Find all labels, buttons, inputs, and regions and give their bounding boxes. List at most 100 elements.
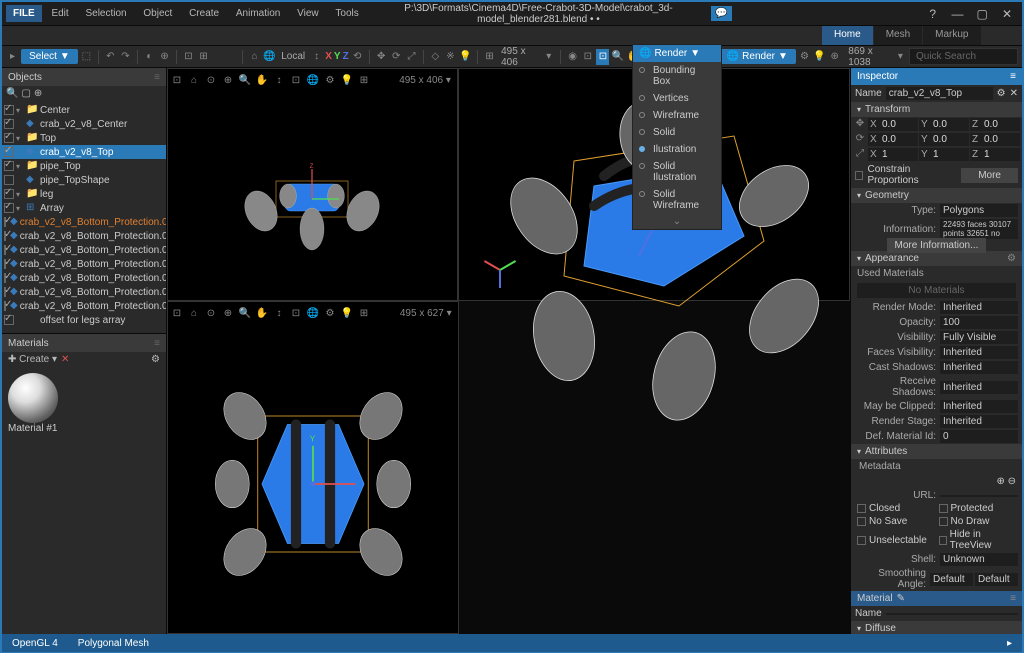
redo-icon[interactable]: ↷ — [119, 49, 132, 65]
unselectable-checkbox[interactable] — [857, 536, 866, 545]
visibility-checkbox[interactable] — [4, 175, 14, 185]
scale-y[interactable]: Y1 — [919, 148, 969, 161]
visibility-checkbox[interactable] — [4, 119, 14, 129]
help-icon[interactable]: ? — [922, 7, 944, 21]
visibility-checkbox[interactable] — [4, 217, 6, 227]
render-mode-option[interactable]: Bounding Box — [633, 62, 721, 90]
menu-edit[interactable]: Edit — [44, 5, 75, 22]
toolbar-icon[interactable]: ⊡ — [581, 49, 594, 65]
grid-icon[interactable]: ⊞ — [357, 306, 371, 320]
smoothing-field-2[interactable]: Default — [975, 573, 1018, 586]
dropdown-more-icon[interactable]: ⌄ — [633, 214, 721, 229]
toolbar-icon[interactable]: ⊕ — [828, 49, 841, 65]
clipped-field[interactable]: Inherited — [940, 400, 1018, 413]
move-icon[interactable]: ✥ — [375, 49, 388, 65]
toolbar-icon[interactable]: ◉ — [566, 49, 579, 65]
scale-z[interactable]: Z1 — [970, 148, 1020, 161]
hideintree-checkbox[interactable] — [939, 536, 947, 545]
gear-icon[interactable]: ⚙ — [323, 73, 337, 87]
visibility-checkbox[interactable] — [4, 105, 14, 115]
visibility-checkbox[interactable] — [4, 245, 6, 255]
toolbar-icon[interactable]: ※ — [444, 49, 457, 65]
render-mode-option[interactable]: Vertices — [633, 90, 721, 107]
hand-icon[interactable]: ✋ — [255, 73, 269, 87]
material-preview[interactable] — [8, 373, 58, 423]
render-mode-option[interactable]: Ilustration — [633, 141, 721, 158]
pos-x[interactable]: X0.0 — [868, 118, 918, 131]
close-icon[interactable]: ✕ — [1010, 88, 1018, 99]
rot-y[interactable]: Y0.0 — [919, 133, 969, 146]
visibility-field[interactable]: Fully Visible — [940, 331, 1018, 344]
menu-object[interactable]: Object — [136, 5, 179, 22]
vp-icon[interactable]: ⊡ — [289, 73, 303, 87]
globe-icon[interactable]: 🌐 — [263, 49, 276, 65]
vp-icon[interactable]: ⊡ — [289, 306, 303, 320]
menu-view[interactable]: View — [290, 5, 326, 22]
render-mode-option[interactable]: Wireframe — [633, 107, 721, 124]
feedback-icon[interactable]: 💬 — [711, 6, 731, 21]
light-icon[interactable]: 💡 — [459, 49, 472, 65]
castshadows-field[interactable]: Inherited — [940, 361, 1018, 374]
outliner-icon[interactable]: 🔍 — [6, 88, 18, 99]
tree-item[interactable]: offset for legs array — [2, 313, 166, 327]
tab-mesh[interactable]: Mesh — [874, 26, 922, 45]
home-icon[interactable]: ⌂ — [187, 73, 201, 87]
visibility-checkbox[interactable] — [4, 133, 14, 143]
tree-item[interactable]: ▾📁Top — [2, 131, 166, 145]
local-label[interactable]: Local — [278, 51, 308, 62]
toolbar-icon[interactable]: ⊞ — [197, 49, 210, 65]
rot-z[interactable]: Z0.0 — [970, 133, 1020, 146]
vp-icon[interactable]: ↕ — [272, 73, 286, 87]
visibility-checkbox[interactable] — [4, 147, 14, 157]
tree-item[interactable]: ▾📁pipe_Top — [2, 159, 166, 173]
nosave-checkbox[interactable] — [857, 517, 866, 526]
pos-z[interactable]: Z0.0 — [970, 118, 1020, 131]
light-icon[interactable]: 💡 — [340, 306, 354, 320]
create-material-button[interactable]: ✚ Create ▾ — [8, 354, 57, 365]
tree-item[interactable]: ◆crab_v2_v8_Bottom_Protection.001 — [2, 299, 166, 313]
tab-home[interactable]: Home — [822, 26, 873, 45]
tree-item[interactable]: ◆crab_v2_v8_Bottom_Protection.001 — [2, 229, 166, 243]
axis-y-icon[interactable]: Y — [334, 51, 341, 62]
vp-icon[interactable]: ⊡ — [170, 73, 184, 87]
cursor-icon[interactable]: ▸ — [6, 49, 19, 65]
axis-x-icon[interactable]: X — [325, 51, 332, 62]
closed-checkbox[interactable] — [857, 504, 866, 513]
tree-item[interactable]: ◆crab_v2_v8_Bottom_Protection.001 — [2, 271, 166, 285]
magnify-icon[interactable]: 🔍 — [611, 49, 624, 65]
scale-x[interactable]: X1 — [868, 148, 918, 161]
toolbar-icon[interactable]: ⟲ — [351, 49, 364, 65]
visibility-checkbox[interactable] — [4, 301, 6, 311]
pos-y[interactable]: Y0.0 — [919, 118, 969, 131]
visibility-checkbox[interactable] — [4, 231, 6, 241]
toolbar-icon[interactable]: ⊡ — [596, 49, 609, 65]
appearance-section[interactable]: ▾Appearance⚙ — [851, 251, 1022, 266]
toolbar-icon[interactable]: ⊡ — [182, 49, 195, 65]
undo-icon[interactable]: ↶ — [104, 49, 117, 65]
name-field[interactable]: crab_v2_v8_Top — [886, 87, 993, 100]
protected-checkbox[interactable] — [939, 504, 948, 513]
light-icon[interactable]: 💡 — [340, 73, 354, 87]
gear-icon[interactable]: ⚙ — [798, 49, 811, 65]
toolbar-icon[interactable]: ↕ — [310, 49, 323, 65]
panel-menu-icon[interactable]: ≡ — [1010, 71, 1016, 82]
panel-menu-icon[interactable]: ≡ — [154, 338, 160, 349]
panel-menu-icon[interactable]: ≡ — [154, 72, 160, 83]
defmat-field[interactable]: 0 — [940, 430, 1018, 443]
move-icon[interactable]: ✥ — [853, 118, 867, 131]
menu-file[interactable]: FILE — [6, 5, 42, 22]
more-button[interactable]: More — [961, 168, 1018, 183]
vp-icon[interactable]: 🔍 — [238, 306, 252, 320]
type-field[interactable]: Polygons — [940, 204, 1018, 217]
material-name[interactable]: Material #1 — [8, 423, 58, 434]
toolbar-icon[interactable]: ▾ — [542, 49, 555, 65]
vp-icon[interactable]: 🌐 — [306, 73, 320, 87]
rot-x[interactable]: X0.0 — [868, 133, 918, 146]
vp-icon[interactable]: ↕ — [272, 306, 286, 320]
render-button[interactable]: 🌐 Render ▼ — [719, 49, 796, 64]
gear-icon[interactable]: ⚙ — [997, 88, 1006, 99]
home-icon[interactable]: ⌂ — [187, 306, 201, 320]
mat-name-field[interactable] — [886, 613, 1018, 615]
material-section[interactable]: Material ✎≡ — [851, 591, 1022, 606]
attributes-section[interactable]: ▾Attributes — [851, 444, 1022, 459]
